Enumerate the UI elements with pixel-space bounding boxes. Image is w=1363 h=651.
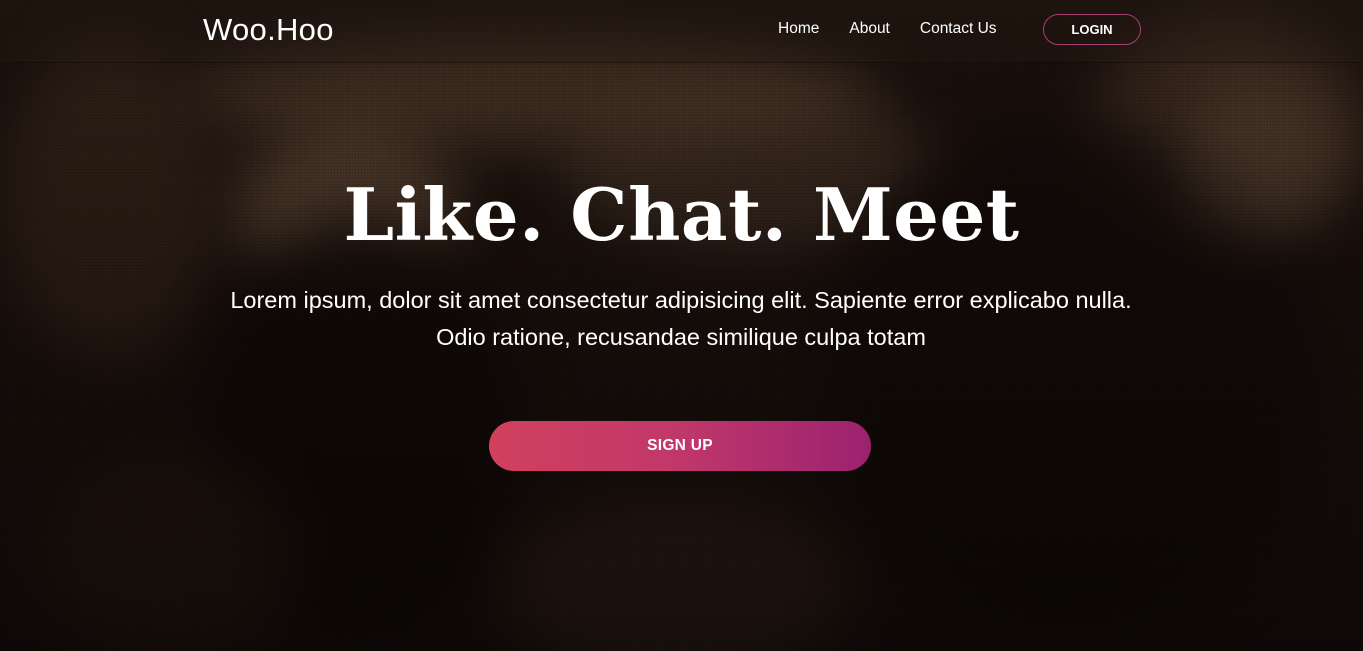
nav-link-contact-us[interactable]: Contact Us [920,20,997,38]
signup-button[interactable]: SIGN UP [489,421,871,471]
brand-logo[interactable]: Woo.Hoo [203,12,334,48]
nav-link-home[interactable]: Home [778,20,819,38]
hero-section: Woo.Hoo Home About Contact Us LOGIN Like… [0,0,1363,651]
hero-headline: Like. Chat. Meet [343,172,1020,257]
login-button[interactable]: LOGIN [1043,14,1141,45]
nav-link-about[interactable]: About [849,20,890,38]
nav-links: Home About Contact Us [778,20,1027,38]
hero-subtext: Lorem ipsum, dolor sit amet consectetur … [230,287,1132,350]
navbar: Woo.Hoo Home About Contact Us LOGIN [0,0,1363,63]
